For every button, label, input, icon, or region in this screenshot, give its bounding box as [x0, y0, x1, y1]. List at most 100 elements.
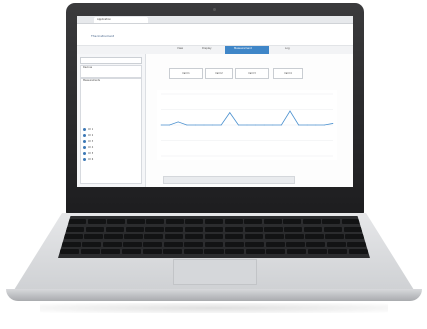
laptop-shadow: [40, 303, 388, 313]
sidebar-section-measurements: Measurements: [83, 79, 100, 82]
keyboard-key: [224, 219, 243, 224]
keyboard-key: [265, 234, 284, 239]
keyboard-key: [345, 234, 364, 239]
keyboard-key: [265, 241, 285, 247]
keyboard-key: [225, 249, 245, 254]
sidebar-channel[interactable]: Ch 2: [88, 134, 93, 137]
keyboard-key: [305, 234, 324, 239]
chart-point: [212, 124, 213, 126]
keyboard-key: [163, 249, 183, 254]
keyboard-key: [107, 219, 126, 224]
keyboard-key: [306, 241, 326, 247]
keyboard-key: [87, 219, 106, 224]
app-header: [77, 24, 353, 46]
keyboard-key: [244, 226, 263, 232]
keyboard-key: [341, 219, 360, 224]
keyboard-key: [144, 234, 163, 239]
keyboard-key: [121, 249, 142, 254]
channel-dot[interactable]: [83, 146, 86, 149]
keyboard-key: [66, 226, 85, 232]
keyboard-key: [245, 241, 265, 247]
keyboard-key: [204, 249, 224, 254]
chart-point: [263, 124, 265, 126]
keyboard-key: [224, 226, 243, 232]
keyboard-key: [164, 234, 184, 239]
keyboard-key: [185, 226, 204, 232]
keyboard-key: [82, 241, 102, 247]
chart-point: [220, 124, 222, 126]
app-title: The Instrument: [91, 34, 115, 38]
chart-point: [160, 124, 162, 126]
keyboard-key: [124, 234, 143, 239]
keyboard-key: [146, 219, 165, 224]
keyboard-key: [60, 249, 80, 254]
toolbar-item-view[interactable]: View: [177, 47, 183, 50]
camera-icon: [213, 8, 216, 11]
measurement-card[interactable]: Card 3: [235, 68, 269, 79]
sidebar-section-devices: Devices: [83, 66, 93, 69]
sidebar-channel[interactable]: Ch 5: [88, 152, 93, 155]
keyboard-key: [307, 249, 327, 254]
keyboard-key: [84, 234, 103, 239]
sidebar-channel[interactable]: Ch 3: [88, 140, 93, 143]
line-chart: [157, 90, 337, 160]
keyboard-key: [347, 241, 366, 247]
chart-point: [229, 112, 231, 113]
sidebar-channel[interactable]: Ch 1: [88, 128, 93, 131]
keyboard-key: [183, 249, 203, 254]
keyboard-key: [142, 249, 162, 254]
toolbar-item-log[interactable]: Log: [285, 47, 290, 50]
measurement-card[interactable]: Card 4: [273, 68, 303, 79]
toolbar-item-measurement[interactable]: Measurement: [234, 47, 252, 50]
keyboard-key: [304, 226, 323, 232]
sidebar-channel[interactable]: Ch 6: [88, 158, 93, 161]
keyboard-key: [126, 219, 145, 224]
sidebar-channel[interactable]: Ch 4: [88, 146, 93, 149]
browser-tab[interactable]: Application: [94, 17, 148, 23]
chart-point: [238, 124, 239, 126]
keyboard-key: [244, 219, 263, 224]
timeline-scrollbar[interactable]: [163, 176, 295, 184]
chart-point: [177, 121, 179, 123]
keyboard-key: [348, 249, 368, 254]
keyboard-key: [323, 226, 343, 232]
keyboard-key: [244, 234, 264, 239]
keyboard-key: [266, 249, 286, 254]
keyboard-key: [224, 241, 244, 247]
channel-dot[interactable]: [83, 152, 86, 155]
keyboard-key: [283, 219, 302, 224]
keyboard: [58, 216, 370, 258]
toolbar-item-display[interactable]: Display: [202, 47, 212, 50]
measurement-card[interactable]: Card 2: [205, 68, 233, 79]
channel-dot[interactable]: [83, 134, 86, 137]
channel-dot[interactable]: [83, 128, 86, 131]
chart-point: [324, 124, 325, 126]
laptop-base-edge: [6, 289, 422, 301]
keyboard-key: [104, 234, 123, 239]
touchpad: [173, 259, 257, 285]
keyboard-key: [145, 226, 164, 232]
keyboard-key: [264, 226, 283, 232]
channel-dot[interactable]: [83, 158, 86, 161]
keyboard-key: [101, 249, 121, 254]
keyboard-key: [286, 241, 305, 247]
keyboard-key: [185, 219, 204, 224]
chart-point: [306, 124, 308, 126]
chart-point: [186, 124, 188, 126]
keyboard-key: [322, 219, 341, 224]
chart-point: [246, 124, 248, 126]
keyboard-key: [284, 226, 303, 232]
keyboard-key: [245, 249, 265, 254]
channel-dot[interactable]: [83, 140, 86, 143]
measurement-card[interactable]: Card 1: [169, 68, 203, 79]
keyboard-key: [204, 234, 224, 239]
keyboard-key: [184, 234, 204, 239]
keyboard-key: [184, 241, 204, 247]
chart-point: [272, 124, 274, 126]
keyboard-key: [80, 249, 100, 254]
keyboard-key: [204, 219, 224, 224]
chart-point: [255, 124, 256, 126]
keyboard-key: [343, 226, 362, 232]
keyboard-key: [85, 226, 105, 232]
sidebar-search-input[interactable]: [80, 57, 142, 64]
